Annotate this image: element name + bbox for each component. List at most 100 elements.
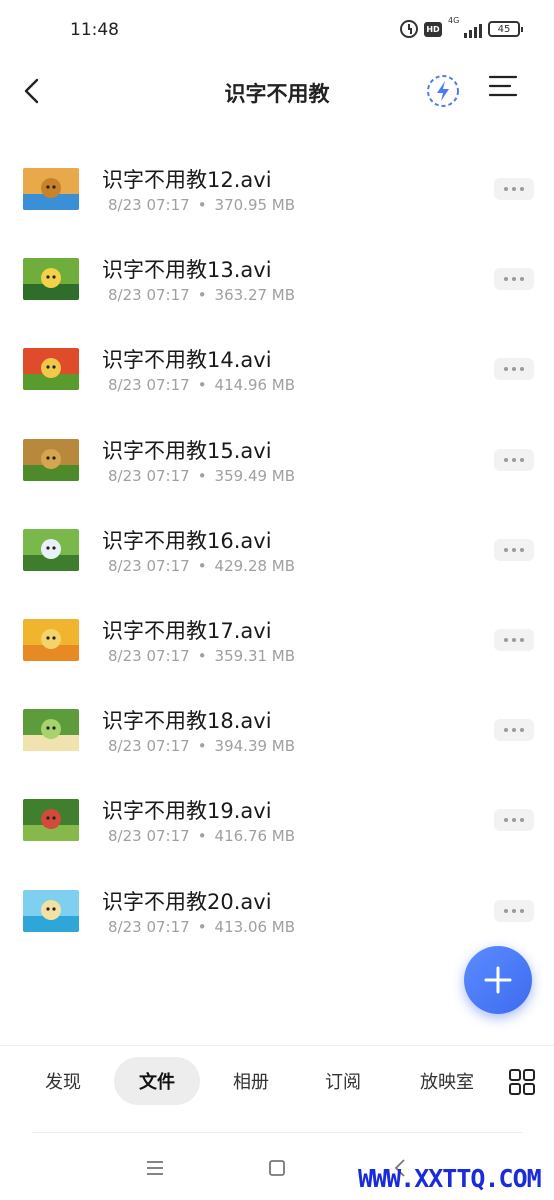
more-options-button[interactable]: [494, 628, 534, 651]
separator-dot: •: [197, 466, 207, 485]
file-name: 识字不用教18.avi: [102, 709, 272, 734]
video-thumbnail: [23, 348, 79, 391]
file-item[interactable]: 识字不用教20.avi 8/23 07:17 • 413.06 MB: [0, 866, 554, 956]
signal-icon: 4G: [448, 16, 482, 38]
video-thumbnail: [23, 889, 79, 932]
file-size: 394.39 MB: [214, 737, 296, 756]
separator-dot: •: [197, 286, 207, 305]
more-options-button[interactable]: [494, 899, 534, 922]
more-options-button[interactable]: [494, 178, 534, 200]
separator-dot: •: [197, 646, 207, 665]
file-item[interactable]: 识字不用教15.avi 8/23 07:17 • 359.49 MB: [0, 415, 554, 505]
file-item[interactable]: 识字不用教19.avi 8/23 07:17 • 416.76 MB: [0, 775, 554, 865]
file-item[interactable]: 识字不用教13.avi 8/23 07:17 • 363.27 MB: [0, 234, 554, 324]
grid-button[interactable]: [508, 1068, 536, 1096]
more-options-button[interactable]: [494, 358, 534, 381]
more-options-button[interactable]: [494, 448, 534, 471]
back-button[interactable]: [14, 74, 50, 108]
nav-divider: [32, 1132, 522, 1133]
more-options-button[interactable]: [494, 268, 534, 291]
file-date: 8/23 07:17: [108, 917, 190, 936]
file-item[interactable]: 识字不用教17.avi 8/23 07:17 • 359.31 MB: [0, 595, 554, 685]
file-date: 8/23 07:17: [108, 466, 190, 485]
file-list: 识字不用教12.avi 8/23 07:17 • 370.95 MB 识字不用教13.a…: [0, 144, 554, 956]
file-size: 370.95 MB: [214, 196, 296, 214]
sort-lines-icon: [488, 75, 518, 97]
file-item[interactable]: 识字不用教14.avi 8/23 07:17 • 414.96 MB: [0, 324, 554, 414]
more-options-button[interactable]: [494, 538, 534, 561]
more-dots-icon: [504, 277, 508, 282]
more-dots-icon: [504, 818, 508, 823]
watermark: WWW.XXTTQ.COM: [358, 1164, 542, 1193]
file-name: 识字不用教16.avi: [102, 528, 272, 553]
tab-screening-room[interactable]: 放映室: [404, 1057, 490, 1105]
menu-icon: [147, 1161, 163, 1175]
file-name: 识字不用教20.avi: [102, 889, 272, 914]
file-item[interactable]: 识字不用教18.avi 8/23 07:17 • 394.39 MB: [0, 685, 554, 775]
tab-subscribe[interactable]: 订阅: [306, 1057, 380, 1105]
file-date: 8/23 07:17: [108, 196, 190, 214]
file-meta: 8/23 07:17 • 359.49 MB: [108, 467, 295, 485]
more-dots-icon: [504, 547, 508, 552]
file-size: 414.96 MB: [214, 376, 296, 395]
recent-apps-button[interactable]: [140, 1154, 170, 1182]
video-thumbnail: [23, 618, 79, 661]
status-bar: 11:48 HD 4G 45: [0, 0, 554, 64]
separator-dot: •: [197, 556, 207, 575]
file-meta: 8/23 07:17 • 414.96 MB: [108, 376, 295, 394]
header: 识字不用教: [0, 60, 554, 122]
chevron-left-icon: [24, 78, 39, 104]
more-dots-icon: [504, 728, 508, 733]
sort-menu-button[interactable]: [488, 74, 524, 108]
page-title: 识字不用教: [224, 82, 330, 106]
battery-level: 45: [497, 23, 511, 35]
more-dots-icon: [504, 908, 508, 913]
separator-dot: •: [197, 827, 207, 846]
more-options-button[interactable]: [494, 719, 534, 742]
file-date: 8/23 07:17: [108, 376, 190, 395]
square-icon: [269, 1160, 285, 1176]
file-size: 359.49 MB: [214, 466, 296, 485]
video-thumbnail: [23, 168, 79, 210]
alarm-icon: [400, 20, 418, 38]
tab-files[interactable]: 文件: [114, 1057, 200, 1105]
file-name: 识字不用教17.avi: [102, 618, 272, 643]
file-date: 8/23 07:17: [108, 556, 190, 575]
status-icons: HD 4G 45: [400, 16, 523, 38]
file-size: 413.06 MB: [214, 917, 296, 936]
tab-divider: [0, 1045, 554, 1046]
file-meta: 8/23 07:17 • 370.95 MB: [108, 196, 295, 214]
file-date: 8/23 07:17: [108, 737, 190, 756]
file-item[interactable]: 识字不用教12.avi 8/23 07:17 • 370.95 MB: [0, 144, 554, 234]
lightning-circle-icon: [427, 75, 459, 107]
flash-button[interactable]: [424, 72, 462, 110]
file-date: 8/23 07:17: [108, 827, 190, 846]
video-thumbnail: [23, 528, 79, 571]
tab-album[interactable]: 相册: [214, 1057, 288, 1105]
file-meta: 8/23 07:17 • 429.28 MB: [108, 557, 295, 575]
separator-dot: •: [197, 376, 207, 395]
file-meta: 8/23 07:17 • 363.27 MB: [108, 286, 295, 304]
more-options-button[interactable]: [494, 809, 534, 832]
more-dots-icon: [504, 637, 508, 642]
home-button[interactable]: [262, 1154, 292, 1182]
file-name: 识字不用教12.avi: [102, 168, 272, 192]
tab-discover[interactable]: 发现: [26, 1057, 100, 1105]
file-meta: 8/23 07:17 • 413.06 MB: [108, 918, 295, 936]
separator-dot: •: [197, 737, 207, 756]
file-meta: 8/23 07:17 • 416.76 MB: [108, 827, 295, 845]
more-dots-icon: [504, 367, 508, 372]
file-name: 识字不用教15.avi: [102, 438, 272, 463]
file-date: 8/23 07:17: [108, 286, 190, 305]
status-time: 11:48: [70, 20, 119, 40]
file-item[interactable]: 识字不用教16.avi 8/23 07:17 • 429.28 MB: [0, 505, 554, 595]
file-meta: 8/23 07:17 • 359.31 MB: [108, 647, 295, 665]
file-date: 8/23 07:17: [108, 646, 190, 665]
bottom-tab-bar: 发现 文件 相册 订阅 放映室: [0, 1052, 554, 1110]
file-meta: 8/23 07:17 • 394.39 MB: [108, 737, 295, 755]
add-button[interactable]: [464, 946, 532, 1014]
file-size: 359.31 MB: [214, 646, 296, 665]
separator-dot: •: [197, 917, 207, 936]
more-dots-icon: [504, 457, 508, 462]
grid-icon: [509, 1069, 535, 1095]
